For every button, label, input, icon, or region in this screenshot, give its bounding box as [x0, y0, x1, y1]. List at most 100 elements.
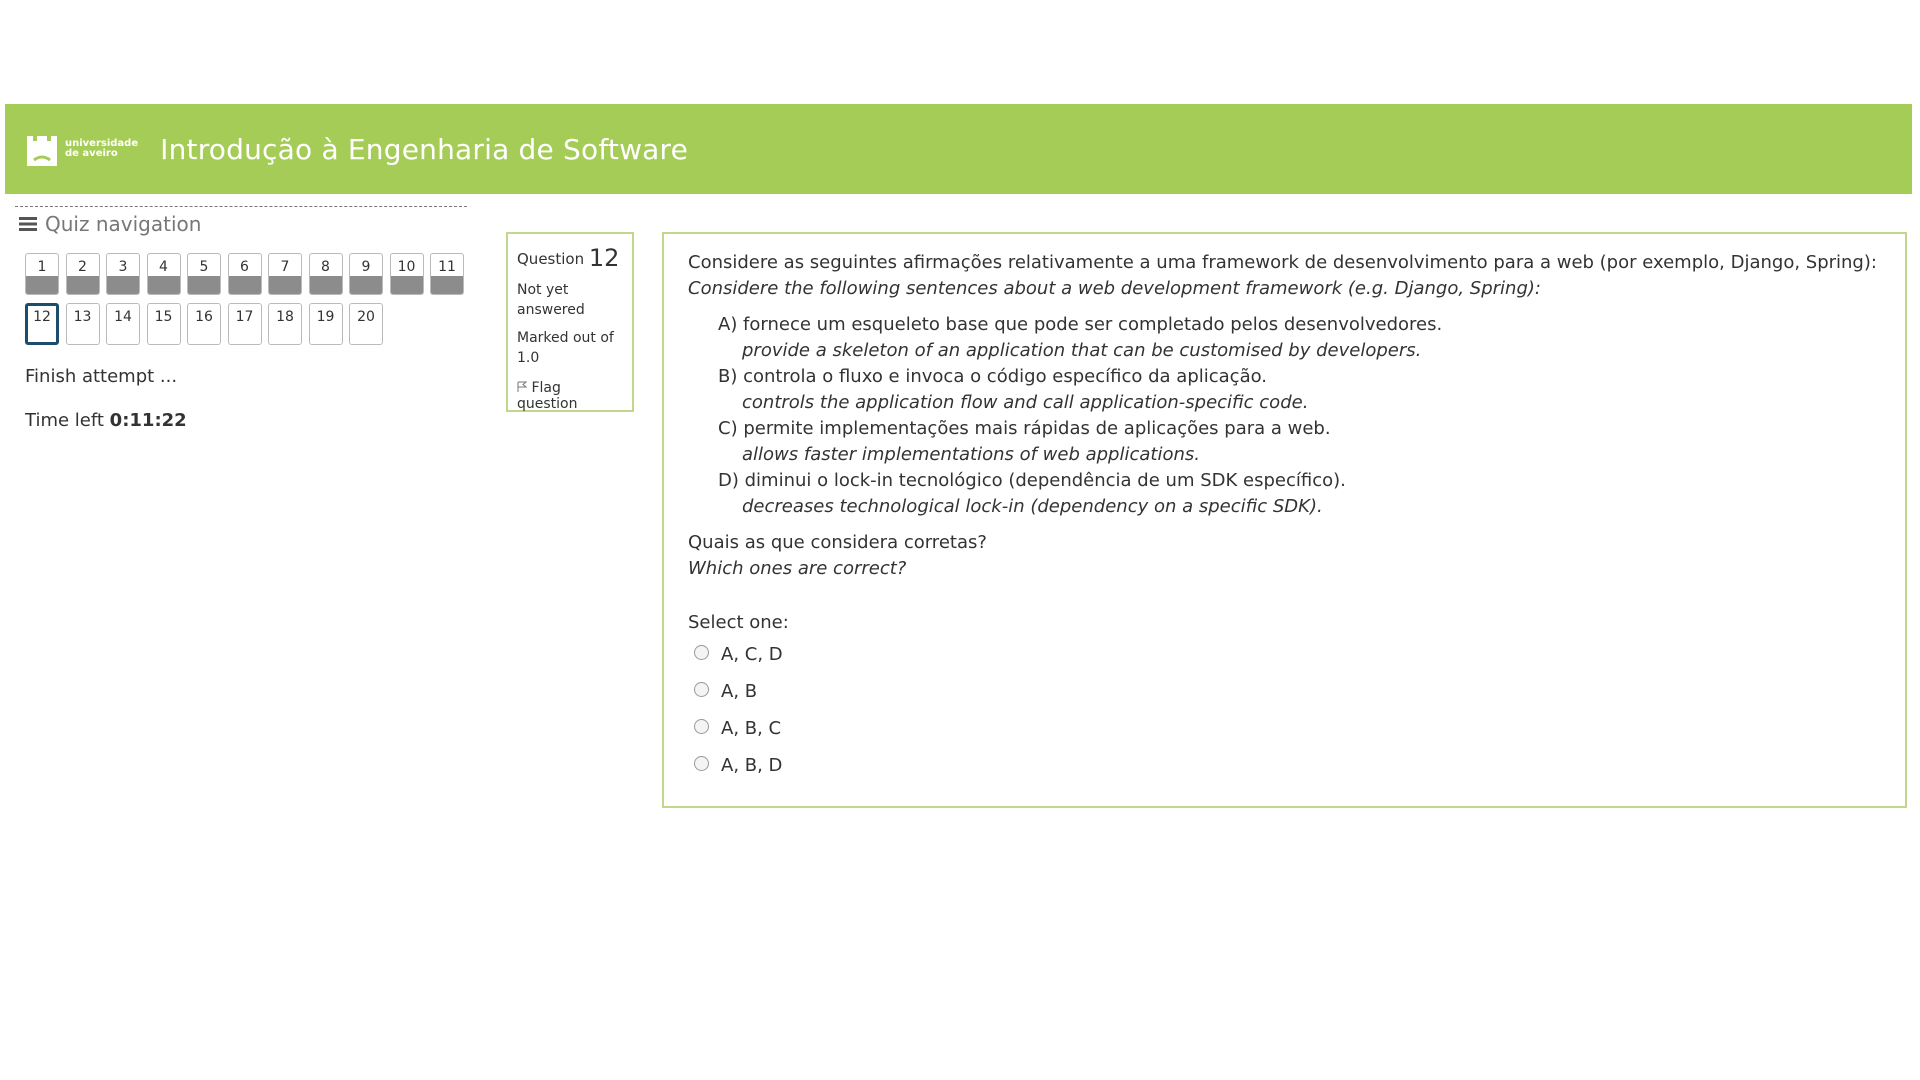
statement-a-en: provide a skeleton of an application tha… [742, 340, 1422, 361]
question-nav-number: 12 [33, 309, 51, 325]
flag-question-button[interactable]: Flag question [517, 380, 623, 412]
question-nav-number: 2 [78, 259, 87, 275]
time-left-value: 0:11:22 [109, 410, 187, 431]
quiz-navigation-header: Quiz navigation [19, 212, 201, 236]
question-ask-en: Which ones are correct? [688, 558, 907, 579]
question-nav-button-16[interactable]: 16 [187, 303, 221, 345]
question-nav-button-2[interactable]: 2 [65, 253, 100, 295]
answered-indicator [26, 276, 58, 294]
answered-indicator [107, 276, 139, 294]
answer-option-1[interactable]: A, C, D [694, 636, 1881, 673]
question-nav-number: 6 [240, 259, 249, 275]
answered-indicator [228, 276, 261, 294]
radio-button[interactable] [694, 645, 709, 660]
statement-d-pt: D) diminui o lock-in tecnológico (depend… [718, 470, 1346, 491]
statement-d-en: decreases technological lock-in (depende… [742, 496, 1323, 517]
answered-indicator [431, 276, 463, 294]
question-nav-number: 20 [357, 309, 375, 325]
statements-list: A) fornece um esqueleto base que pode se… [718, 312, 1881, 520]
question-nav-button-8[interactable]: 8 [308, 253, 343, 295]
radio-button[interactable] [694, 719, 709, 734]
answered-indicator [66, 276, 99, 294]
answer-option-3[interactable]: A, B, C [694, 710, 1881, 747]
question-nav-button-15[interactable]: 15 [146, 303, 181, 345]
question-nav-button-1[interactable]: 1 [25, 253, 59, 295]
answer-option-label: A, B, D [721, 754, 783, 776]
question-nav-button-13[interactable]: 13 [65, 303, 100, 345]
status-line-1: Not yet [517, 282, 569, 298]
answered-indicator [350, 276, 382, 294]
question-nav-number: 7 [280, 259, 290, 275]
select-one-label: Select one: [688, 612, 789, 633]
course-title[interactable]: Introdução à Engenharia de Software [160, 133, 688, 166]
time-left-label: Time left [25, 410, 104, 431]
question-nav-number: 8 [321, 259, 330, 275]
question-nav-number: 5 [199, 259, 209, 275]
question-nav-button-19[interactable]: 19 [308, 303, 343, 345]
question-nav-number: 9 [361, 259, 371, 275]
question-nav-button-9[interactable]: 9 [349, 253, 383, 295]
question-nav-button-4[interactable]: 4 [146, 253, 181, 295]
marked-line-1: Marked out of [517, 330, 614, 346]
question-nav-button-20[interactable]: 20 [349, 303, 383, 345]
logo-line-2: de aveiro [65, 148, 118, 159]
question-nav-number: 3 [118, 259, 128, 275]
statement-b-pt: B) controla o fluxo e invoca o código es… [718, 366, 1268, 387]
site-header: universidade de aveiro Introdução à Enge… [5, 104, 1912, 194]
answered-indicator [269, 276, 301, 294]
question-status: Not yet answered [517, 280, 623, 320]
finish-attempt-link[interactable]: Finish attempt ... [25, 366, 177, 387]
question-nav-number: 14 [114, 309, 132, 325]
question-nav-number: 18 [276, 309, 294, 325]
intro-pt: Considere as seguintes afirmações relati… [688, 252, 1877, 273]
question-ask-pt: Quais as que considera corretas? [688, 532, 987, 553]
flag-question-label: Flag question [517, 380, 578, 412]
question-nav-button-7[interactable]: 7 [268, 253, 302, 295]
time-left: Time left 0:11:22 [25, 410, 187, 431]
question-nav-button-10[interactable]: 10 [389, 253, 424, 295]
question-nav-number: 1 [37, 259, 47, 275]
flag-icon [517, 381, 528, 392]
question-nav-number: 13 [73, 309, 92, 325]
university-logo[interactable]: universidade de aveiro [25, 130, 138, 168]
question-nav-number: 16 [195, 309, 213, 325]
quiz-navigation-title: Quiz navigation [45, 212, 202, 236]
statement-b-en: controls the application flow and call a… [742, 392, 1309, 413]
marked-line-2: 1.0 [517, 350, 540, 366]
intro-en: Considere the following sentences about … [688, 278, 1541, 299]
question-nav-button-17[interactable]: 17 [227, 303, 262, 345]
question-nav-number: 19 [316, 309, 335, 325]
question-info-box: Question 12 Not yet answered Marked out … [506, 232, 634, 412]
question-nav-number: 15 [154, 309, 173, 325]
question-nav-button-18[interactable]: 18 [268, 303, 302, 345]
question-word: Question [517, 250, 585, 268]
question-number: Question 12 [517, 244, 623, 272]
answer-option-label: A, B, C [721, 717, 782, 739]
question-nav-number: 11 [438, 259, 456, 275]
answer-option-4[interactable]: A, B, D [694, 747, 1881, 784]
question-nav-button-11[interactable]: 11 [430, 253, 464, 295]
answered-indicator [147, 276, 180, 294]
castle-logo-icon [27, 136, 57, 166]
answered-indicator [309, 276, 342, 294]
hamburger-menu-icon[interactable] [19, 217, 37, 231]
statement-a-pt: A) fornece um esqueleto base que pode se… [718, 314, 1443, 335]
answer-option-label: A, C, D [721, 643, 783, 665]
nav-divider [15, 206, 467, 207]
question-nav-number: 4 [159, 259, 168, 275]
statement-c-pt: C) permite implementações mais rápidas d… [718, 418, 1331, 439]
statement-c-en: allows faster implementations of web app… [742, 444, 1200, 465]
status-line-2: answered [517, 302, 585, 318]
question-nav-number: 10 [397, 259, 416, 275]
question-number-value: 12 [588, 244, 620, 272]
question-content: Considere as seguintes afirmações relati… [662, 232, 1907, 808]
answered-indicator [188, 276, 220, 294]
question-nav-button-6[interactable]: 6 [227, 253, 262, 295]
question-nav-button-14[interactable]: 14 [106, 303, 140, 345]
answer-option-2[interactable]: A, B [694, 673, 1881, 710]
question-nav-button-3[interactable]: 3 [106, 253, 140, 295]
question-nav-button-5[interactable]: 5 [187, 253, 221, 295]
radio-button[interactable] [694, 756, 709, 771]
radio-button[interactable] [694, 682, 709, 697]
question-nav-button-12[interactable]: 12 [25, 303, 59, 345]
